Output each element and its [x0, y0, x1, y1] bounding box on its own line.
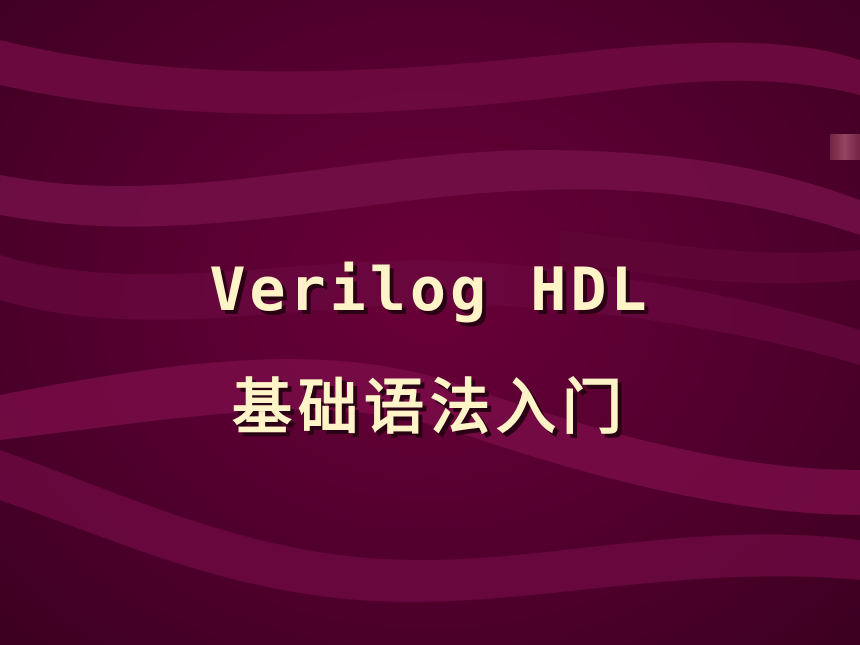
slide-title: Verilog HDL — [209, 255, 651, 325]
title-block: Verilog HDL 基础语法入门 — [0, 240, 860, 458]
wave-band — [0, 150, 860, 235]
wave-band — [0, 40, 860, 115]
slide-subtitle: 基础语法入门 — [232, 373, 628, 443]
decorative-square — [830, 134, 860, 160]
slide: Verilog HDL 基础语法入门 — [0, 0, 860, 645]
